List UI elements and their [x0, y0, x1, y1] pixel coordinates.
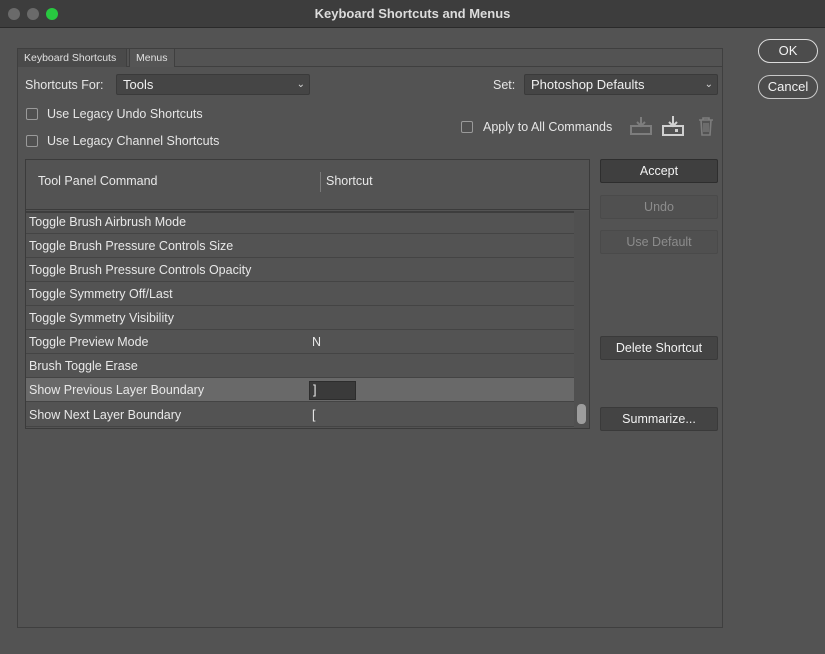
column-divider[interactable] — [320, 172, 321, 192]
shortcuts-table: Tool Panel Command Shortcut Toggle Brush… — [25, 159, 590, 429]
table-row[interactable]: Toggle Symmetry Off/Last — [26, 282, 574, 306]
command-name: Toggle Brush Pressure Controls Opacity — [29, 263, 252, 277]
undo-button[interactable]: Undo — [600, 195, 718, 219]
tab-menus[interactable]: Menus — [129, 48, 175, 67]
shortcuts-for-label: Shortcuts For: — [25, 78, 104, 92]
set-select[interactable]: Photoshop Defaults ⌄ — [524, 74, 718, 95]
command-name: Toggle Brush Pressure Controls Size — [29, 239, 234, 253]
shortcut-value: N — [312, 335, 322, 349]
shortcuts-for-value: Tools — [123, 77, 154, 92]
title-bar: Keyboard Shortcuts and Menus — [0, 0, 825, 28]
set-value: Photoshop Defaults — [531, 77, 645, 92]
apply-all-label: Apply to All Commands — [483, 120, 613, 134]
scrollbar-thumb[interactable] — [577, 404, 586, 424]
delete-shortcut-button[interactable]: Delete Shortcut — [600, 336, 718, 360]
command-name: Show Previous Layer Boundary — [29, 383, 205, 397]
cancel-button[interactable]: Cancel — [758, 75, 818, 99]
table-scrollbar[interactable] — [574, 211, 589, 428]
shortcut-input[interactable]: ] — [309, 381, 356, 400]
table-header: Tool Panel Command Shortcut — [26, 160, 589, 210]
trash-icon[interactable] — [697, 116, 715, 139]
table-body: Toggle Brush Airbrush Mode Toggle Brush … — [26, 211, 574, 428]
table-row[interactable]: Toggle Brush Pressure Controls Size — [26, 234, 574, 258]
set-label: Set: — [493, 78, 516, 92]
command-name: Toggle Symmetry Visibility — [29, 311, 174, 325]
save-set-icon[interactable] — [630, 116, 652, 139]
tab-keyboard-shortcuts[interactable]: Keyboard Shortcuts — [17, 48, 127, 67]
legacy-undo-checkbox[interactable] — [26, 108, 38, 120]
ok-button[interactable]: OK — [758, 39, 818, 63]
table-row-selected[interactable]: Show Previous Layer Boundary ] — [26, 378, 574, 402]
chevron-down-icon: ⌄ — [296, 79, 305, 90]
command-name: Brush Toggle Erase — [29, 359, 138, 373]
chevron-down-icon: ⌄ — [704, 79, 713, 90]
legacy-undo-label: Use Legacy Undo Shortcuts — [47, 107, 203, 121]
apply-all-checkbox[interactable] — [461, 121, 473, 133]
window-title: Keyboard Shortcuts and Menus — [314, 6, 511, 21]
summarize-button[interactable]: Summarize... — [600, 407, 718, 431]
table-row[interactable]: Toggle Preview Mode N — [26, 330, 574, 354]
table-row[interactable]: Brush Toggle Erase — [26, 354, 574, 378]
table-row[interactable]: Toggle Symmetry Visibility — [26, 306, 574, 330]
command-name: Toggle Preview Mode — [29, 335, 149, 349]
legacy-channel-label: Use Legacy Channel Shortcuts — [47, 134, 220, 148]
accept-button[interactable]: Accept — [600, 159, 718, 183]
shortcut-value: [ — [312, 408, 316, 422]
shortcut-column-header[interactable]: Shortcut — [326, 174, 373, 188]
table-row[interactable]: Toggle Brush Pressure Controls Opacity — [26, 258, 574, 282]
command-name: Toggle Symmetry Off/Last — [29, 287, 173, 301]
command-name: Show Next Layer Boundary — [29, 408, 182, 422]
save-as-set-icon[interactable] — [662, 115, 684, 140]
legacy-channel-checkbox[interactable] — [26, 135, 38, 147]
use-default-button[interactable]: Use Default — [600, 230, 718, 254]
table-row[interactable]: Toggle Brush Airbrush Mode — [26, 213, 574, 234]
command-name: Toggle Brush Airbrush Mode — [29, 215, 187, 229]
shortcuts-for-select[interactable]: Tools ⌄ — [116, 74, 310, 95]
table-row[interactable]: Show Next Layer Boundary [ — [26, 403, 574, 427]
command-column-header[interactable]: Tool Panel Command — [38, 174, 158, 188]
